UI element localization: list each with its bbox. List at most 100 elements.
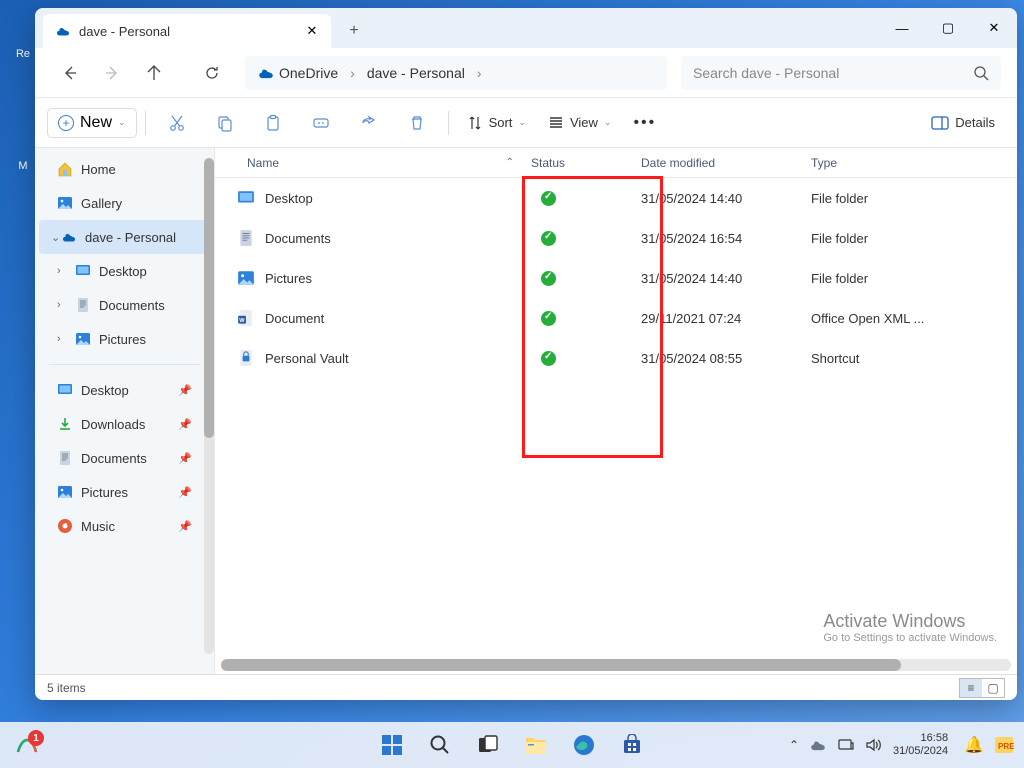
share-button[interactable] (346, 108, 392, 138)
address-bar: OneDrive › dave - Personal › Search dave… (35, 48, 1017, 98)
file-type: File folder (811, 191, 961, 206)
pictures-icon (75, 331, 91, 347)
breadcrumb-root[interactable]: OneDrive (275, 65, 342, 81)
sidebar-quick-desktop[interactable]: Desktop 📌 (35, 373, 214, 407)
file-name: Documents (265, 231, 331, 246)
tab-title: dave - Personal (79, 24, 305, 39)
sidebar-label: Documents (81, 451, 147, 466)
pin-icon: 📌 (178, 418, 192, 431)
new-tab-button[interactable]: + (335, 14, 373, 48)
file-explorer-window: dave - Personal ✕ + — ▢ ✕ OneDrive › dav… (35, 8, 1017, 700)
new-button[interactable]: + New ⌄ (47, 108, 137, 138)
sidebar-label: Music (81, 519, 115, 534)
list-item[interactable]: Pictures 31/05/2024 14:40 File folder (215, 258, 1017, 298)
delete-button[interactable] (394, 108, 440, 138)
close-tab-icon[interactable]: ✕ (305, 24, 319, 38)
desktop-icon (75, 263, 91, 279)
desktop-shortcut[interactable]: M (8, 160, 38, 172)
minimize-button[interactable]: — (879, 8, 925, 48)
col-header-status[interactable]: Status (531, 156, 641, 170)
sync-ok-icon (541, 311, 556, 326)
horizontal-scrollbar[interactable] (221, 659, 1011, 671)
view-label: View (570, 115, 598, 130)
details-button[interactable]: Details (921, 109, 1005, 137)
col-header-name[interactable]: Name⌃ (215, 156, 531, 170)
pin-icon: 📌 (178, 486, 192, 499)
sort-label: Sort (489, 115, 513, 130)
plus-icon: + (58, 115, 74, 131)
rename-button[interactable] (298, 108, 344, 138)
refresh-button[interactable] (193, 54, 231, 92)
sort-button[interactable]: Sort ⌄ (457, 109, 536, 137)
file-name: Document (265, 311, 324, 326)
col-header-type[interactable]: Type (811, 156, 961, 170)
onedrive-tray-icon[interactable] (809, 736, 827, 754)
tray-chevron-icon[interactable]: ⌃ (789, 738, 799, 752)
list-item[interactable]: Personal Vault 31/05/2024 08:55 Shortcut (215, 338, 1017, 378)
close-button[interactable]: ✕ (971, 8, 1017, 48)
col-header-date[interactable]: Date modified (641, 156, 811, 170)
sidebar-item-documents[interactable]: › Documents (35, 288, 214, 322)
list-item[interactable]: WDocument 29/11/2021 07:24 Office Open X… (215, 298, 1017, 338)
file-name: Personal Vault (265, 351, 349, 366)
maximize-button[interactable]: ▢ (925, 8, 971, 48)
details-view-button[interactable]: ≡ (960, 679, 982, 697)
more-button[interactable]: ••• (623, 108, 666, 138)
chevron-down-icon[interactable]: ⌄ (51, 231, 60, 244)
back-button[interactable] (51, 54, 89, 92)
network-icon[interactable] (837, 737, 855, 753)
store-button[interactable] (611, 727, 653, 763)
details-icon (931, 115, 949, 131)
search-input[interactable]: Search dave - Personal (681, 56, 1001, 90)
tray-app-icon[interactable]: PRE (994, 736, 1014, 754)
list-item[interactable]: Desktop 31/05/2024 14:40 File folder (215, 178, 1017, 218)
search-button[interactable] (419, 727, 461, 763)
cut-button[interactable] (154, 108, 200, 138)
titlebar: dave - Personal ✕ + — ▢ ✕ (35, 8, 1017, 48)
sidebar-item-home[interactable]: Home (35, 152, 214, 186)
start-button[interactable] (371, 727, 413, 763)
copy-button[interactable] (202, 108, 248, 138)
chevron-right-icon[interactable]: › (57, 333, 61, 345)
sidebar-label: Home (81, 162, 116, 177)
home-icon (57, 161, 73, 177)
chevron-right-icon[interactable]: › (57, 299, 61, 311)
volume-icon[interactable] (865, 737, 883, 753)
file-rows: Desktop 31/05/2024 14:40 File folder Doc… (215, 178, 1017, 378)
view-button[interactable]: View ⌄ (538, 109, 622, 137)
file-type: File folder (811, 271, 961, 286)
list-item[interactable]: Documents 31/05/2024 16:54 File folder (215, 218, 1017, 258)
sidebar-item-gallery[interactable]: Gallery (35, 186, 214, 220)
sidebar-quick-documents[interactable]: Documents 📌 (35, 441, 214, 475)
chevron-down-icon: ⌄ (518, 117, 526, 128)
edge-button[interactable] (563, 727, 605, 763)
clock[interactable]: 16:58 31/05/2024 (893, 732, 948, 758)
documents-icon (75, 297, 91, 313)
notifications-icon[interactable]: 🔔 (964, 735, 984, 755)
breadcrumb-current[interactable]: dave - Personal (363, 65, 469, 81)
task-view-button[interactable] (467, 727, 509, 763)
onedrive-icon (55, 23, 71, 39)
sidebar-scrollbar[interactable] (204, 158, 214, 654)
sidebar-quick-pictures[interactable]: Pictures 📌 (35, 475, 214, 509)
chevron-right-icon[interactable]: › (57, 265, 61, 277)
sidebar-quick-music[interactable]: Music 📌 (35, 509, 214, 543)
sidebar-quick-downloads[interactable]: Downloads 📌 (35, 407, 214, 441)
desktop-shortcut[interactable]: Re (8, 48, 38, 60)
widgets-button[interactable]: 1 (14, 732, 40, 758)
thumbnails-view-button[interactable]: ▢ (982, 679, 1004, 697)
sidebar-item-desktop[interactable]: › Desktop (35, 254, 214, 288)
up-button[interactable] (135, 54, 173, 92)
sidebar-item-pictures[interactable]: › Pictures (35, 322, 214, 356)
tab-current[interactable]: dave - Personal ✕ (43, 14, 331, 48)
paste-button[interactable] (250, 108, 296, 138)
pictures-icon (57, 484, 73, 500)
breadcrumb[interactable]: OneDrive › dave - Personal › (245, 56, 667, 90)
file-name: Pictures (265, 271, 312, 286)
file-name: Desktop (265, 191, 313, 206)
sync-ok-icon (541, 231, 556, 246)
forward-button[interactable] (93, 54, 131, 92)
file-explorer-button[interactable] (515, 727, 557, 763)
sidebar: Home Gallery ⌄ dave - Personal › Desktop… (35, 148, 215, 674)
sidebar-item-onedrive-personal[interactable]: ⌄ dave - Personal (39, 220, 210, 254)
